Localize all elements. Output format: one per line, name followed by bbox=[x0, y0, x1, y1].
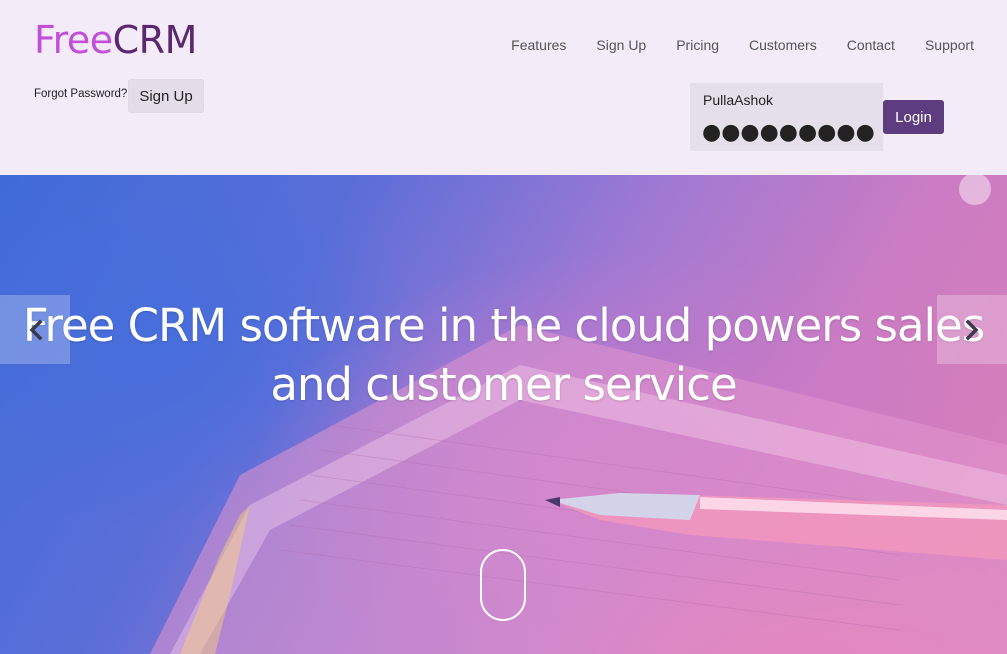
nav-customers-link[interactable]: Customers bbox=[749, 37, 817, 53]
signup-button[interactable]: Sign Up bbox=[128, 79, 204, 113]
nav-signup-link[interactable]: Sign Up bbox=[596, 37, 646, 53]
top-nav: Features Sign Up Pricing Customers Conta… bbox=[511, 37, 974, 53]
header: FreeCRM Features Sign Up Pricing Custome… bbox=[0, 0, 1007, 175]
carousel-next-button[interactable] bbox=[937, 295, 1007, 364]
page: FreeCRM Features Sign Up Pricing Custome… bbox=[0, 0, 1007, 654]
chevron-left-icon bbox=[29, 319, 43, 341]
forgot-password-link[interactable]: Forgot Password? bbox=[34, 88, 127, 100]
chevron-right-icon bbox=[965, 319, 979, 341]
nav-pricing-link[interactable]: Pricing bbox=[676, 37, 719, 53]
mouse-scroll-icon[interactable] bbox=[480, 549, 526, 621]
brand-logo-crm: CRM bbox=[112, 18, 198, 62]
hero-banner: Free CRM software in the cloud powers sa… bbox=[0, 175, 1007, 654]
hero-headline-line1: Free CRM software in the cloud powers sa… bbox=[22, 299, 985, 352]
password-field[interactable]: ●●●●●●●●● bbox=[702, 120, 875, 146]
hero-headline: Free CRM software in the cloud powers sa… bbox=[0, 296, 1007, 414]
nav-contact-link[interactable]: Contact bbox=[847, 37, 895, 53]
carousel-prev-button[interactable] bbox=[0, 295, 70, 364]
brand-logo[interactable]: FreeCRM bbox=[34, 18, 197, 62]
nav-support-link[interactable]: Support bbox=[925, 37, 974, 53]
username-field[interactable]: PullaAshok bbox=[703, 92, 773, 108]
login-fields: PullaAshok ●●●●●●●●● bbox=[690, 83, 883, 151]
brand-logo-free: Free bbox=[34, 18, 113, 62]
login-button[interactable]: Login bbox=[883, 100, 944, 134]
hero-headline-line2: and customer service bbox=[270, 358, 737, 411]
nav-features-link[interactable]: Features bbox=[511, 37, 566, 53]
